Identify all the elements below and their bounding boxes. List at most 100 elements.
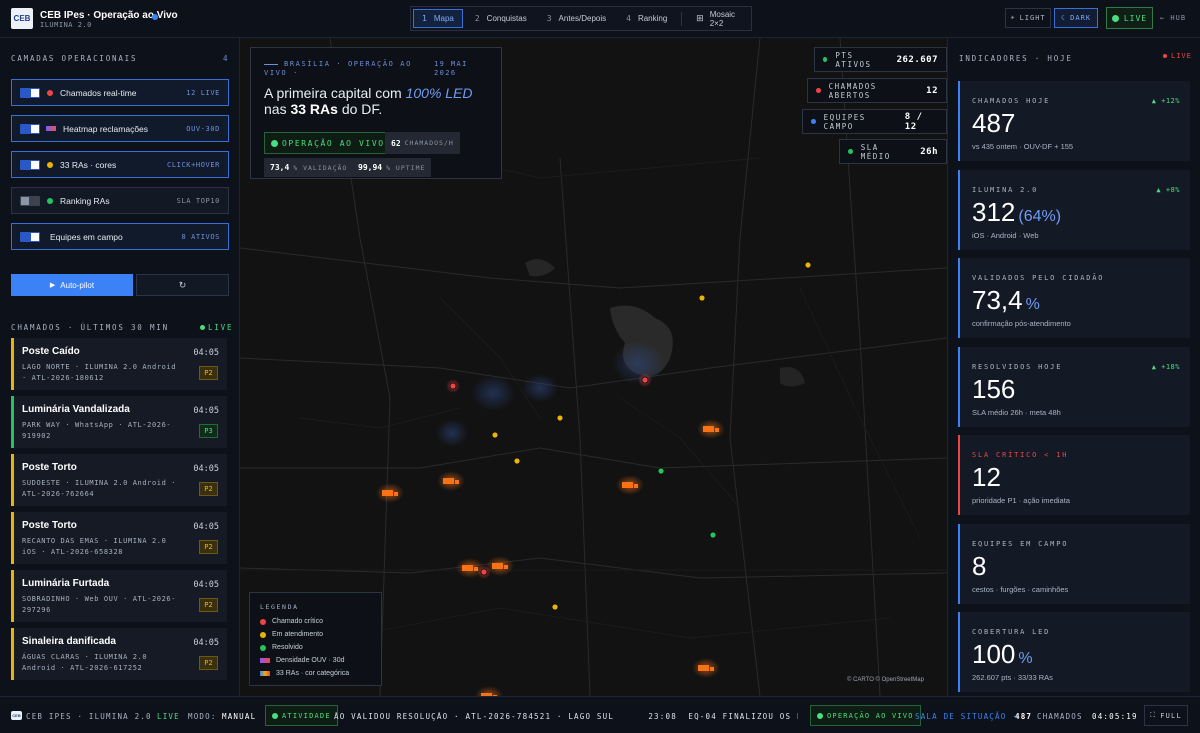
kpi-equipes-campo: EQUIPES CAMPO 8 / 12 — [802, 109, 947, 134]
map-view[interactable]: BRASÍLIA · OPERAÇÃO AO VIVO · 19 MAI 202… — [240, 38, 947, 696]
indicator-value: 8 — [972, 550, 987, 581]
indicator-label: RESOLVIDOS HOJE — [972, 362, 1063, 371]
top-bar: CEB CEB IPes · Operação ao Vivo ILUMINA … — [0, 0, 1200, 38]
calls-live-badge: LIVE — [200, 323, 233, 332]
call-title: Poste Torto — [22, 520, 77, 531]
call-time: 04:05 — [193, 580, 219, 590]
call-detail: SUDOESTE · ILUMINA 2.0 Android · ATL-202… — [22, 479, 177, 498]
indicator-value: 12 — [972, 462, 1001, 492]
layer-tag: OUV-30D — [186, 124, 220, 133]
left-panel: CAMADAS OPERACIONAIS 4 Chamados real-tim… — [0, 38, 240, 696]
hub-link[interactable]: ← HUB — [1160, 14, 1186, 22]
live-dot-icon — [200, 325, 205, 330]
attending-call-marker[interactable] — [556, 414, 564, 422]
tab-conquistas[interactable]: 2 Conquistas — [467, 9, 535, 28]
layer-tag: 8 ATIVOS — [181, 232, 220, 241]
legend-title: LEGENDA — [260, 603, 299, 611]
categorical-swatch-icon — [260, 671, 270, 676]
tab-mosaic[interactable]: ⊞ Mosaic 2×2 — [688, 9, 751, 28]
call-detail: RECANTO DAS EMAS · ILUMINA 2.0 iOS · ATL… — [22, 537, 167, 556]
live-button[interactable]: LIVE — [1106, 7, 1153, 29]
layer-label: Heatmap reclamações — [63, 123, 149, 134]
toggle-icon[interactable] — [20, 159, 40, 170]
team-truck-icon[interactable] — [376, 483, 404, 503]
call-time: 04:05 — [193, 348, 219, 358]
call-item[interactable]: Poste Caído LAGO NORTE · ILUMINA 2.0 Andr… — [11, 338, 227, 390]
call-detail: PARK WAY · WhatsApp · ATL-2026-919902 — [22, 421, 172, 440]
indicator-subtitle: 262.607 pts · 33/33 RAs — [972, 673, 1053, 682]
indicator-trend: ▲ +12% — [1151, 97, 1180, 105]
layer-heatmap[interactable]: Heatmap reclamações OUV-30D — [11, 115, 229, 142]
footer-brand: CEB IPES · ILUMINA 2.0 — [26, 712, 152, 721]
team-truck-icon[interactable] — [616, 475, 644, 495]
indicator-subtitle: SLA médio 26h · meta 48h — [972, 407, 1061, 417]
resolved-call-marker[interactable] — [709, 531, 717, 539]
team-truck-icon[interactable] — [692, 658, 720, 678]
layer-ras[interactable]: 33 RAs · cores CLICK+HOVER — [11, 151, 229, 178]
view-tabs: 1 Mapa 2 Conquistas 3 Antes/Depois 4 Ranking… — [410, 6, 752, 31]
layer-tag: SLA TOP10 — [176, 196, 220, 205]
reset-button[interactable]: ↻ — [136, 274, 229, 296]
fullscreen-button[interactable]: ⛶ FULL — [1144, 705, 1188, 726]
legend-item: Densidade OUV · 30d — [260, 657, 344, 664]
situation-room-link[interactable]: SALA DE SITUAÇÃO · — [915, 712, 1018, 721]
critical-call-marker[interactable] — [638, 373, 652, 387]
tab-antes-depois[interactable]: 3 Antes/Depois — [539, 9, 614, 28]
legend-item: 33 RAs · cor categórica — [260, 670, 349, 677]
indicator-value: 312 (64%) — [972, 196, 1062, 227]
operation-status-chip: OPERAÇÃO AO VIVO — [810, 705, 921, 726]
hero-headline: A primeira capital com 100% LED nas 33 R… — [264, 85, 473, 117]
indicator-card: ILUMINA 2.0 ▲ +8% 312 (64%) iOS · Android · … — [958, 169, 1190, 250]
indicator-subtitle: vs 435 ontem · OUV-DF + 155 — [972, 142, 1074, 151]
layer-tag: 12 LIVE — [186, 88, 220, 97]
tab-mapa[interactable]: 1 Mapa — [413, 9, 463, 28]
map-legend: LEGENDA Chamado crítico Em atendimento R… — [249, 592, 382, 686]
tab-ranking[interactable]: 4 Ranking — [618, 9, 675, 28]
call-item[interactable]: Poste Torto SUDOESTE · ILUMINA 2.0 Androi… — [11, 454, 227, 506]
call-time: 04:05 — [193, 464, 219, 474]
layer-equipes[interactable]: Equipes em campo 8 ATIVOS — [11, 223, 229, 250]
priority-badge: P2 — [199, 656, 218, 670]
mode-value[interactable]: MANUAL — [222, 712, 256, 721]
call-title: Luminária Furtada — [22, 578, 110, 589]
indicator-label: VALIDADOS PELO CIDADÃO — [972, 274, 1105, 282]
layer-chamados[interactable]: Chamados real-time 12 LIVE — [11, 79, 229, 106]
priority-badge: P2 — [199, 598, 218, 612]
team-truck-icon[interactable] — [456, 558, 484, 578]
call-item[interactable]: Luminária Furtada SOBRADINHO · Web OUV · … — [11, 570, 227, 622]
call-item[interactable]: Sinaleira danificada ÁGUAS CLARAS · ILUMI… — [11, 628, 227, 680]
dark-theme-button[interactable]: ☾ DARK — [1054, 8, 1098, 28]
critical-call-marker[interactable] — [446, 379, 460, 393]
kpi-pts-ativos: PTS ATIVOS 262.607 — [814, 47, 947, 72]
call-detail: ÁGUAS CLARAS · ILUMINA 2.0 Android · ATL… — [22, 653, 148, 672]
red-dot-icon — [47, 89, 53, 96]
autopilot-button[interactable]: ▶ Auto-pilot — [11, 274, 133, 296]
attending-call-marker[interactable] — [513, 457, 521, 465]
attending-call-marker[interactable] — [804, 261, 812, 269]
resolved-call-marker[interactable] — [657, 467, 665, 475]
toggle-icon[interactable] — [20, 231, 40, 242]
light-theme-button[interactable]: ☀ LIGHT — [1005, 8, 1051, 28]
indicator-label: CHAMADOS HOJE — [972, 97, 1051, 105]
attending-call-marker[interactable] — [551, 603, 559, 611]
call-item[interactable]: Luminária Vandalizada PARK WAY · WhatsApp… — [11, 396, 227, 448]
heatmap-swatch-icon — [46, 126, 56, 131]
attending-call-marker[interactable] — [698, 294, 706, 302]
toggle-icon[interactable] — [20, 123, 40, 134]
right-panel: INDICADORES · HOJE LIVE CHAMADOS HOJE ▲ +… — [947, 38, 1200, 696]
toggle-icon[interactable] — [20, 87, 40, 98]
team-truck-icon[interactable] — [437, 471, 465, 491]
team-truck-icon[interactable] — [486, 556, 514, 576]
call-item[interactable]: Poste Torto RECANTO DAS EMAS · ILUMINA 2.… — [11, 512, 227, 564]
map-attribution[interactable]: © CARTO © OpenStreetMap — [847, 677, 924, 683]
layer-ranking[interactable]: Ranking RAs SLA TOP10 — [11, 187, 229, 214]
activity-chip: ATIVIDADE — [265, 705, 338, 726]
toggle-icon[interactable] — [20, 195, 40, 206]
priority-badge: P3 — [199, 424, 218, 438]
attending-call-marker[interactable] — [491, 431, 499, 439]
layer-label: Ranking RAs — [60, 195, 110, 206]
indicator-value: 100% — [972, 639, 1033, 669]
sun-icon: ☀ — [1010, 14, 1016, 22]
team-truck-icon[interactable] — [697, 419, 725, 439]
layer-label: 33 RAs · cores — [60, 159, 117, 170]
